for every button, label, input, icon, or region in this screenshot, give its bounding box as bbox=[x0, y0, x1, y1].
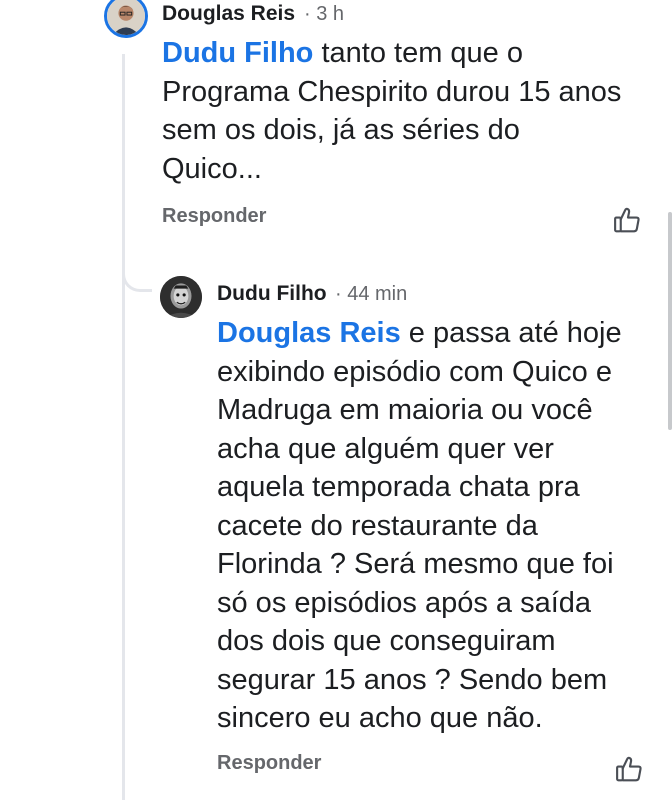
user-avatar-photo bbox=[107, 0, 145, 35]
comment-timestamp[interactable]: · 3 h bbox=[304, 3, 344, 26]
thumbs-up-icon[interactable] bbox=[612, 205, 642, 235]
reply-connector-curve bbox=[122, 262, 152, 292]
comment-body: Douglas Reis e passa até hoje exibindo e… bbox=[217, 314, 642, 738]
reply-button[interactable]: Responder bbox=[162, 205, 266, 228]
scrollbar[interactable] bbox=[668, 212, 672, 430]
thumbs-up-icon[interactable] bbox=[614, 754, 644, 784]
reply-button[interactable]: Responder bbox=[217, 752, 321, 775]
comment-thread: Douglas Reis · 3 h Dudu Filho tanto tem … bbox=[0, 0, 672, 800]
thread-connector-line bbox=[122, 54, 125, 800]
avatar[interactable] bbox=[104, 0, 148, 38]
comment-author-name[interactable]: Douglas Reis bbox=[162, 2, 295, 26]
user-avatar-photo bbox=[160, 276, 202, 318]
mention-link[interactable]: Dudu Filho bbox=[162, 37, 313, 69]
avatar[interactable] bbox=[160, 276, 202, 318]
mention-link[interactable]: Douglas Reis bbox=[217, 317, 401, 349]
comment-body: Dudu Filho tanto tem que o Programa Ches… bbox=[162, 34, 622, 188]
comment-author-name[interactable]: Dudu Filho bbox=[217, 282, 327, 306]
comment-timestamp[interactable]: · 44 min bbox=[335, 283, 407, 306]
comment-text: e passa até hoje exibindo episódio com Q… bbox=[217, 317, 622, 734]
